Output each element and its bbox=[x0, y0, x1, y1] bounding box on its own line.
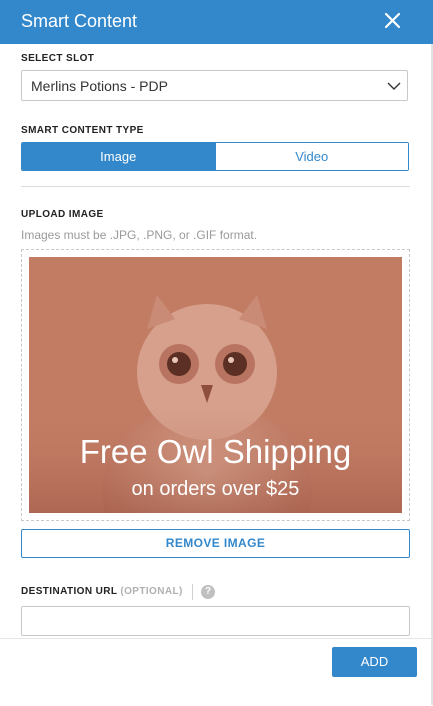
upload-image-label: UPLOAD IMAGE bbox=[21, 209, 104, 220]
remove-image-button[interactable]: REMOVE IMAGE bbox=[21, 529, 410, 558]
optional-tag: (OPTIONAL) bbox=[120, 586, 183, 597]
help-icon[interactable]: ? bbox=[201, 585, 215, 599]
image-subline: on orders over $25 bbox=[131, 478, 300, 500]
destination-url-label-text: DESTINATION URL bbox=[21, 586, 118, 597]
panel-header: Smart Content bbox=[0, 0, 433, 44]
chevron-down-icon bbox=[387, 82, 401, 90]
owl-photo bbox=[29, 295, 402, 513]
select-slot-label: SELECT SLOT bbox=[21, 53, 95, 64]
divider bbox=[21, 186, 410, 187]
image-type-button[interactable]: Image bbox=[22, 143, 215, 170]
content-type-label: SMART CONTENT TYPE bbox=[21, 125, 144, 136]
destination-url-input[interactable] bbox=[21, 606, 410, 636]
upload-help-text: Images must be .JPG, .PNG, or .GIF forma… bbox=[21, 228, 258, 242]
label-separator bbox=[192, 584, 193, 600]
slot-select[interactable]: Merlins Potions - PDP bbox=[21, 70, 408, 101]
content-type-toggle: Image Video bbox=[21, 142, 409, 171]
close-icon[interactable] bbox=[384, 12, 401, 29]
add-button[interactable]: ADD bbox=[332, 647, 417, 677]
panel-title: Smart Content bbox=[21, 11, 138, 31]
video-type-button[interactable]: Video bbox=[214, 143, 408, 170]
slot-select-value: Merlins Potions - PDP bbox=[31, 78, 168, 94]
uploaded-image-preview: Free Owl Shipping on orders over $25 bbox=[29, 257, 402, 513]
image-headline: Free Owl Shipping bbox=[79, 433, 352, 470]
destination-url-label: DESTINATION URL (OPTIONAL) bbox=[21, 586, 183, 597]
